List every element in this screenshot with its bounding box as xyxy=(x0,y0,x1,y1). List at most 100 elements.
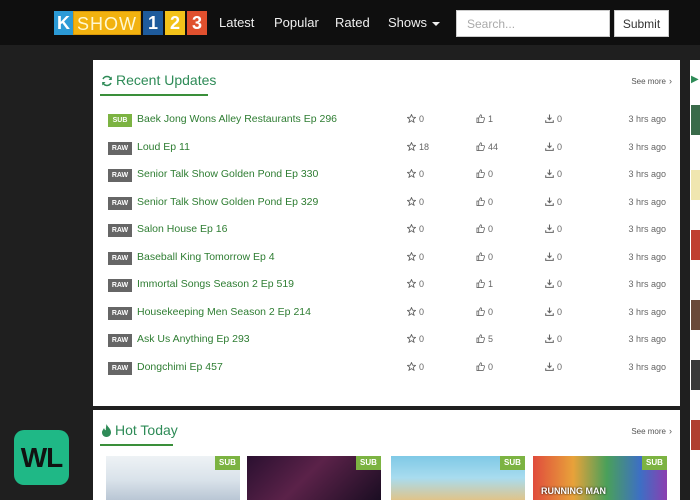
star-icon xyxy=(406,223,417,234)
like-count[interactable]: 1 xyxy=(476,279,493,289)
download-value: 0 xyxy=(557,306,563,317)
star-icon xyxy=(406,250,417,261)
thumbs-up-icon xyxy=(476,279,485,288)
episode-link[interactable]: Housekeeping Men Season 2 Ep 214 xyxy=(137,306,311,318)
download-value: 0 xyxy=(557,114,563,124)
download-count[interactable]: 0 xyxy=(545,334,562,344)
like-count[interactable]: 0 xyxy=(476,224,493,234)
star-count[interactable]: 0 xyxy=(406,168,425,179)
star-value: 0 xyxy=(419,334,425,344)
download-count[interactable]: 0 xyxy=(545,142,562,152)
search-input[interactable] xyxy=(456,10,610,37)
thumbnail-caption: RUNNING MAN xyxy=(541,486,606,496)
sidebar-thumbnail[interactable] xyxy=(691,230,700,260)
download-count[interactable]: 0 xyxy=(545,252,562,262)
timestamp: 3 hrs ago xyxy=(628,141,666,152)
nav-rated[interactable]: Rated xyxy=(335,15,370,31)
logo-1: 1 xyxy=(143,11,163,35)
download-count[interactable]: 0 xyxy=(545,362,562,372)
star-count[interactable]: 0 xyxy=(406,250,425,262)
update-row: RAW Dongchimi Ep 457 0 0 0 3 hrs ago xyxy=(93,355,680,382)
star-count[interactable]: 18 xyxy=(406,140,430,152)
hot-thumbnail[interactable]: SUB xyxy=(247,456,381,500)
sidebar-thumbnail[interactable] xyxy=(691,170,700,200)
update-row: RAW Baseball King Tomorrow Ep 4 0 0 0 3 hrs a… xyxy=(93,245,680,272)
title-underline xyxy=(100,444,173,446)
episode-link[interactable]: Immortal Songs Season 2 Ep 519 xyxy=(137,278,294,290)
star-icon xyxy=(406,305,417,316)
episode-link[interactable]: Dongchimi Ep 457 xyxy=(137,361,223,373)
download-count[interactable]: 0 xyxy=(545,307,562,317)
episode-link[interactable]: Baek Jong Wons Alley Restaurants Ep 296 xyxy=(137,113,337,125)
watermark-text: WL xyxy=(20,441,64,473)
star-value: 0 xyxy=(419,169,425,179)
star-icon xyxy=(406,140,417,151)
sub-badge: SUB xyxy=(108,114,132,127)
like-count[interactable]: 5 xyxy=(476,334,493,344)
sidebar-thumbnail[interactable] xyxy=(691,105,700,135)
episode-link[interactable]: Loud Ep 11 xyxy=(137,141,190,153)
like-count[interactable]: 0 xyxy=(476,252,493,262)
episode-link[interactable]: Senior Talk Show Golden Pond Ep 329 xyxy=(137,196,318,208)
star-count[interactable]: 0 xyxy=(406,195,424,207)
download-count[interactable]: 0 xyxy=(545,114,562,124)
episode-link[interactable]: Baseball King Tomorrow Ep 4 xyxy=(137,251,275,263)
recent-updates-panel: Recent Updates See more › SUB Baek Jong Wo… xyxy=(93,60,680,406)
download-icon xyxy=(545,141,554,151)
sub-badge: SUB xyxy=(642,456,667,470)
site-logo[interactable]: K SHOW 1 2 3 xyxy=(54,11,207,35)
like-count[interactable]: 1 xyxy=(476,114,493,124)
thumbs-up-icon xyxy=(476,196,485,206)
hot-thumbnail[interactable]: SUB RUNNING MAN xyxy=(533,456,667,500)
like-count[interactable]: 0 xyxy=(476,362,493,372)
star-value: 18 xyxy=(419,141,430,152)
nav-latest[interactable]: Latest xyxy=(219,15,254,31)
like-count[interactable]: 44 xyxy=(476,142,498,152)
star-icon xyxy=(406,333,417,344)
like-value: 5 xyxy=(488,334,494,344)
download-count[interactable]: 0 xyxy=(545,224,562,234)
star-count[interactable]: 0 xyxy=(406,113,424,124)
download-count[interactable]: 0 xyxy=(545,197,562,207)
star-count[interactable]: 0 xyxy=(406,360,424,372)
logo-3: 3 xyxy=(187,11,207,35)
refresh-icon xyxy=(102,75,112,87)
like-count[interactable]: 0 xyxy=(476,197,493,207)
hot-today-title: Hot Today xyxy=(101,421,178,439)
see-more-link[interactable]: See more › xyxy=(631,76,672,86)
download-value: 0 xyxy=(557,224,563,234)
fire-icon xyxy=(102,424,111,437)
download-value: 0 xyxy=(557,196,563,207)
update-row: SUB Baek Jong Wons Alley Restaurants Ep 2… xyxy=(93,107,680,134)
hot-today-panel: Hot Today See more › SUB SUB SUB SUB RUNN… xyxy=(93,410,680,500)
timestamp: 3 hrs ago xyxy=(628,114,666,124)
like-count[interactable]: 0 xyxy=(476,169,493,179)
raw-badge: RAW xyxy=(108,334,132,347)
star-count[interactable]: 0 xyxy=(406,223,424,234)
see-more-link[interactable]: See more › xyxy=(631,426,672,436)
sidebar-thumbnail[interactable] xyxy=(691,300,700,330)
hot-thumbnail[interactable]: SUB xyxy=(106,456,240,500)
nav-popular[interactable]: Popular xyxy=(274,15,319,31)
sidebar-thumbnail[interactable] xyxy=(691,360,700,390)
caret-down-icon xyxy=(432,21,441,26)
download-icon xyxy=(545,114,554,123)
star-count[interactable]: 0 xyxy=(406,305,425,317)
episode-link[interactable]: Senior Talk Show Golden Pond Ep 330 xyxy=(137,168,318,180)
episode-link[interactable]: Ask Us Anything Ep 293 xyxy=(137,333,250,345)
nav-shows-dropdown[interactable]: Shows xyxy=(388,15,441,31)
star-value: 0 xyxy=(419,306,425,317)
star-count[interactable]: 0 xyxy=(406,278,424,289)
download-count[interactable]: 0 xyxy=(545,279,562,289)
title-underline xyxy=(100,94,208,96)
download-icon xyxy=(545,169,554,178)
like-value: 0 xyxy=(488,224,494,234)
hot-thumbnail[interactable]: SUB xyxy=(391,456,525,500)
like-count[interactable]: 0 xyxy=(476,307,493,317)
sidebar-thumbnail[interactable] xyxy=(691,420,700,450)
episode-link[interactable]: Salon House Ep 16 xyxy=(137,223,227,235)
download-count[interactable]: 0 xyxy=(545,169,562,179)
star-value: 0 xyxy=(419,251,425,262)
submit-button[interactable]: Submit xyxy=(614,10,669,37)
star-count[interactable]: 0 xyxy=(406,333,425,344)
